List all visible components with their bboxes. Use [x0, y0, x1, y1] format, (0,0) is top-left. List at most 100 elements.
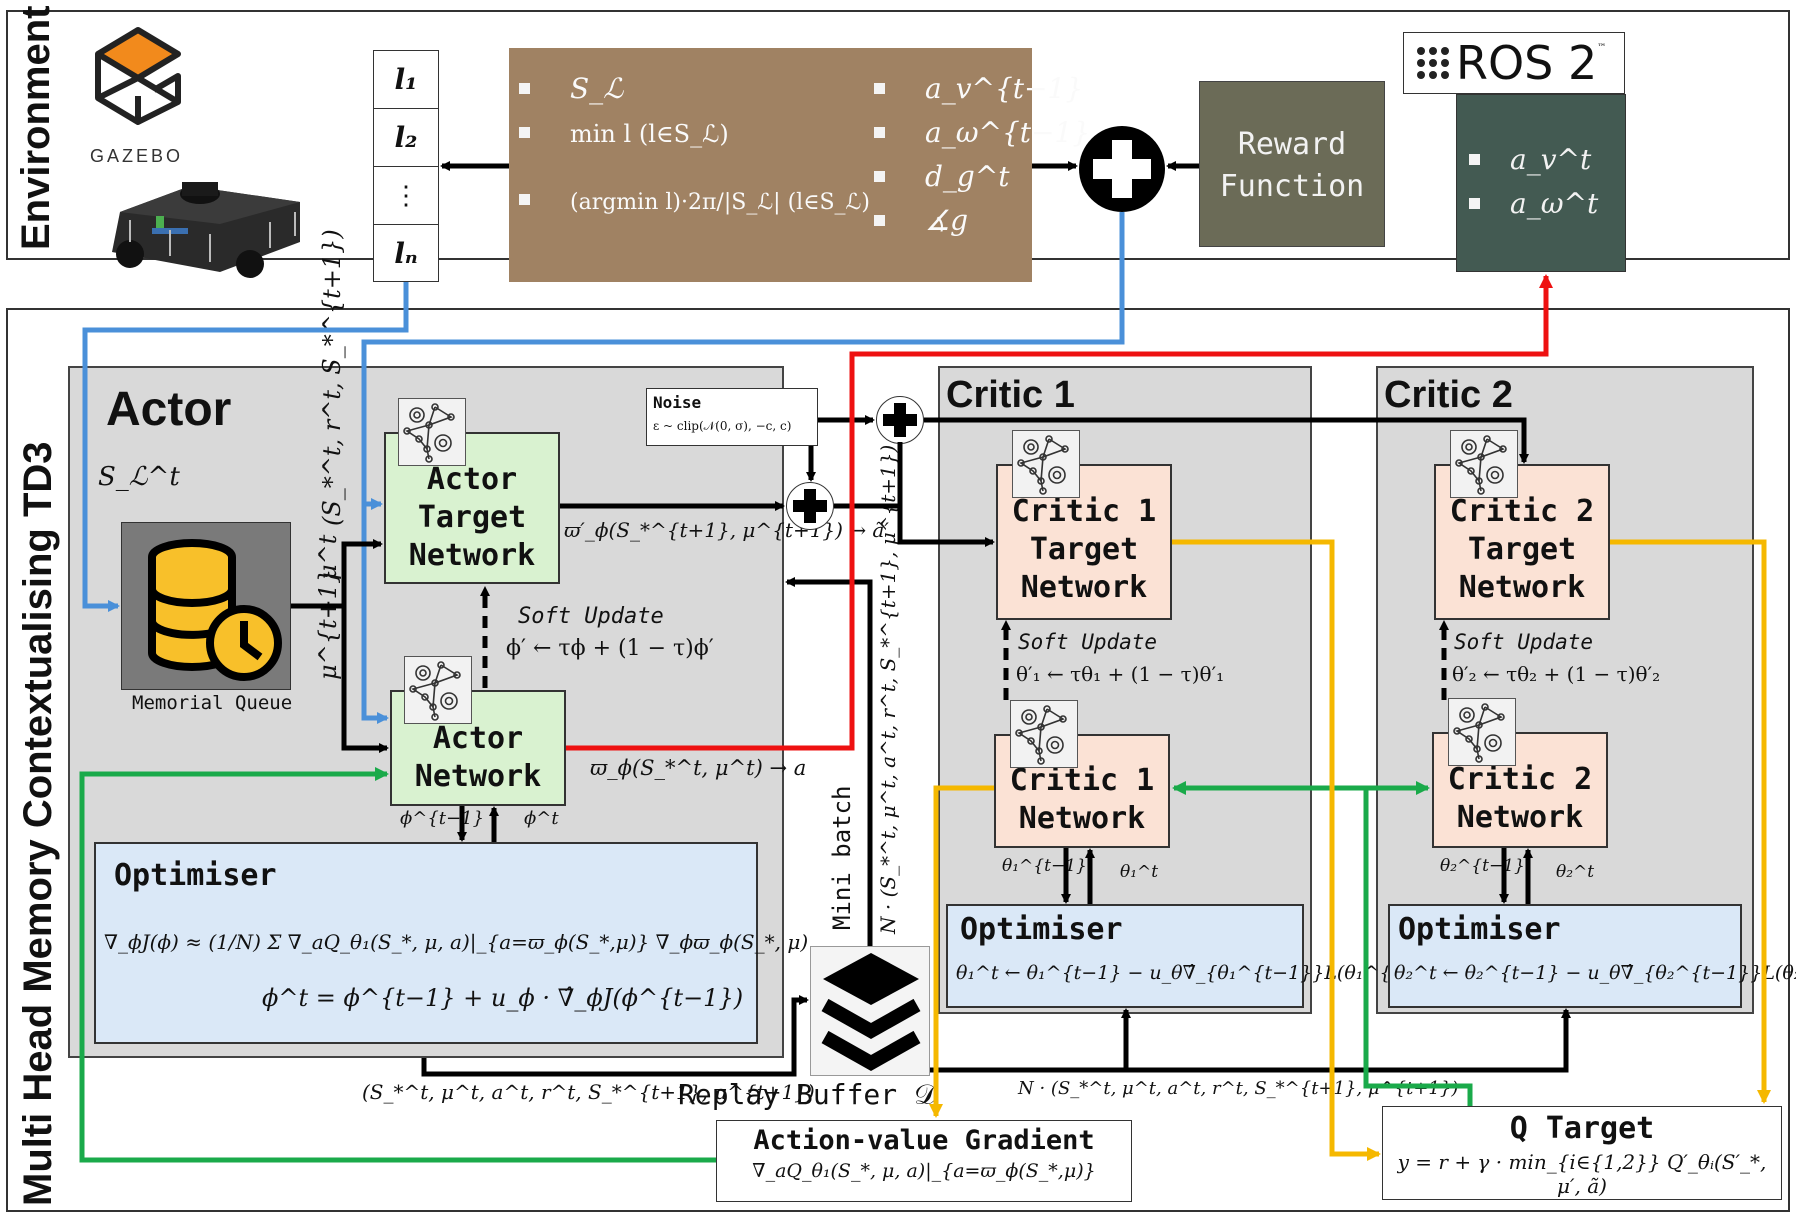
- ros-dots-icon: [1417, 47, 1449, 79]
- critic1-soft-update-eq: θ′₁ ← τθ₁ + (1 − τ)θ′₁: [1016, 662, 1225, 686]
- critic1-title: Critic 1: [946, 374, 1075, 416]
- actor-target-line3: Network: [408, 538, 536, 573]
- critic2-soft-update-eq: θ′₂ ← τθ₂ + (1 − τ)θ′₂: [1452, 662, 1661, 686]
- critic2-optimiser-title: Optimiser: [1398, 912, 1561, 947]
- environment-title: Environment: [14, 5, 58, 250]
- sum-node-environment: [1079, 126, 1165, 212]
- critic1-optimiser-eq: θ₁^t ← θ₁^{t−1} − u_θ∇̂_{θ₁^{t−1}}L(θ₁^{…: [956, 962, 1447, 984]
- state-item: a_v^{t−1}: [925, 72, 1084, 105]
- actor-soft-update-title: Soft Update: [518, 604, 664, 629]
- critic2-soft-update-title: Soft Update: [1454, 630, 1594, 654]
- bullet-icon: [1469, 154, 1480, 165]
- neural-network-icon: [404, 656, 472, 724]
- actor-optimiser-title: Optimiser: [114, 858, 277, 893]
- gazebo-icon: [95, 27, 181, 125]
- actor-network-output: ϖ_ϕ(S_*^t, μ^t) → a: [590, 756, 807, 780]
- turtlebot-robot-image: [100, 172, 310, 288]
- gazebo-label: GAZEBO: [90, 146, 184, 166]
- bullet-icon: [1469, 198, 1480, 209]
- action-item: a_ω^t: [1510, 187, 1599, 220]
- neural-network-icon: [1010, 700, 1078, 768]
- database-clock-icon: [148, 539, 282, 681]
- lidar-cell: l₁: [374, 51, 438, 109]
- critic2-title: Critic 2: [1384, 374, 1513, 416]
- avg-title: Action-value Gradient: [753, 1125, 1095, 1156]
- neural-network-icon: [1012, 430, 1080, 498]
- q-target-box: Q Target y = r + γ · min_{i∈{1,2}} Q′_θᵢ…: [1382, 1106, 1782, 1200]
- q-target-eq: y = r + γ · min_{i∈{1,2}} Q′_θᵢ(S′_*, μ′…: [1397, 1150, 1767, 1198]
- ros2-action-box: a_v^t a_ω^t: [1456, 94, 1626, 272]
- gazebo-logo: [88, 24, 188, 134]
- avg-eq: ∇_aQ_θ₁(S_*, μ, a)|_{a=ϖ_ϕ(S_*,μ)}: [752, 1160, 1096, 1182]
- critic1-network-line2: Network: [1018, 801, 1146, 836]
- state-item: ∡g: [925, 204, 969, 237]
- critic1-theta-curr: θ₁^t: [1120, 862, 1159, 882]
- ros2-tm: ™: [1597, 43, 1607, 53]
- sum-node-noise-critic: [876, 396, 924, 444]
- lidar-scan-vector: l₁ l₂ ⋮ lₙ: [373, 50, 439, 282]
- bullet-icon: [874, 171, 885, 182]
- actor-soft-update-eq: ϕ′ ← τϕ + (1 − τ)ϕ′: [506, 636, 714, 661]
- critic2-theta-prev: θ₂^{t−1}: [1440, 856, 1525, 876]
- actor-target-line2: Target: [417, 500, 527, 535]
- critic1-target-line2: Target: [1029, 532, 1139, 567]
- actor-optimiser-eq2: ϕ^t = ϕ^{t−1} + u_ϕ · ∇̂_ϕJ(ϕ^{t−1}): [262, 984, 744, 1012]
- robot-icon: [112, 182, 300, 278]
- actor-target-output: ϖ′_ϕ(S_*^{t+1}, μ^{t+1}) → ã′: [564, 518, 889, 542]
- critic1-optimiser[interactable]: Optimiser θ₁^t ← θ₁^{t−1} − u_θ∇̂_{θ₁^{t…: [946, 904, 1447, 1008]
- reward-label-line2: Function: [1219, 169, 1365, 204]
- minibatch-label: Mini batch: [828, 785, 856, 931]
- critic2-optimiser-eq: θ₂^t ← θ₂^{t−1} − u_θ∇̂_{θ₂^{t−1}}L(θ₂^{…: [1394, 962, 1796, 984]
- reward-label-line1: Reward: [1237, 127, 1347, 162]
- reward-function-box: Reward Function: [1199, 81, 1385, 247]
- replay-critic-tuple: N · (S_*^t, μ^t, a^t, r^t, S_*^{t+1}, μ^…: [1018, 1078, 1459, 1099]
- minibatch-tuple: N · (S_*^t, μ^t, a^t, r^t, S_*^{t+1}, μ^…: [876, 444, 900, 934]
- mu-t1-label: μ^{t+1}: [314, 568, 342, 680]
- lidar-cell: ⋮: [374, 167, 438, 225]
- neural-network-icon: [398, 398, 466, 466]
- tuple-label: (S_*^t, r^t, S_*^{t+1}): [318, 229, 346, 526]
- critic2-theta-curr: θ₂^t: [1556, 862, 1595, 882]
- action-item: a_v^t: [1510, 143, 1592, 176]
- state-list-left: S_ℒ min l (l∈S_ℒ) (argmin l)·2π/|S_ℒ| (l…: [519, 72, 870, 250]
- neural-network-icon: [1450, 430, 1518, 498]
- noise-title: Noise: [653, 393, 702, 412]
- bullet-icon: [874, 215, 885, 226]
- bullet-icon: [519, 194, 530, 205]
- critic1-soft-update-title: Soft Update: [1018, 630, 1158, 654]
- phi-prev-label: ϕ^{t−1}: [400, 808, 485, 829]
- state-vector-box: S_ℒ min l (l∈S_ℒ) (argmin l)·2π/|S_ℒ| (l…: [509, 48, 1090, 282]
- actor-network-line1: Actor: [432, 721, 524, 756]
- critic2-target-line2: Target: [1467, 532, 1577, 567]
- state-item: (argmin l)·2π/|S_ℒ| (l∈S_ℒ): [570, 190, 870, 215]
- bullet-icon: [519, 83, 530, 94]
- state-item: d_g^t: [925, 160, 1010, 193]
- memorial-queue-label: Memorial Queue: [132, 692, 293, 714]
- lidar-cell: lₙ: [394, 236, 418, 270]
- noise-eq: ε ~ clip(𝒩(0, σ), −c, c): [653, 419, 792, 433]
- sum-node-noise-action: [786, 482, 834, 530]
- td3-title: Multi Head Memory Contextualising TD3: [16, 441, 60, 1206]
- ros2-logo-text: ROS 2: [1456, 36, 1598, 90]
- phi-curr-label: ϕ^t: [524, 808, 559, 829]
- bullet-icon: [519, 127, 530, 138]
- lidar-cell: l₂: [374, 109, 438, 167]
- replay-buffer-icon: [810, 946, 930, 1076]
- replay-store-tuple: (S_*^t, μ^t, a^t, r^t, S_*^{t+1}, μ^{t+1…: [362, 1080, 815, 1104]
- state-list-right: a_v^{t−1} a_ω^{t−1} d_g^t ∡g: [874, 72, 1090, 248]
- noise-box: Noise ε ~ clip(𝒩(0, σ), −c, c): [646, 388, 818, 446]
- neural-network-icon: [1448, 698, 1516, 766]
- state-item: a_ω^{t−1}: [925, 116, 1091, 149]
- critic2-optimiser[interactable]: Optimiser θ₂^t ← θ₂^{t−1} − u_θ∇̂_{θ₂^{t…: [1388, 904, 1796, 1008]
- memorial-queue: [121, 522, 291, 690]
- action-value-gradient-box: Action-value Gradient ∇_aQ_θ₁(S_*, μ, a)…: [716, 1120, 1132, 1202]
- actor-optimiser[interactable]: Optimiser ∇_ϕJ(ϕ) ≈ (1/N) Σ ∇_aQ_θ₁(S_*,…: [94, 842, 808, 1044]
- actor-optimiser-eq1: ∇_ϕJ(ϕ) ≈ (1/N) Σ ∇_aQ_θ₁(S_*, μ, a)|_{a…: [104, 930, 809, 954]
- state-item: min l (l∈S_ℒ): [570, 120, 729, 148]
- actor-network-line2: Network: [414, 759, 542, 794]
- state-item: S_ℒ: [570, 72, 624, 105]
- ros2-logo: ROS 2 ™: [1403, 32, 1625, 94]
- actor-title: Actor: [106, 383, 232, 436]
- critic1-optimiser-title: Optimiser: [960, 912, 1123, 947]
- critic2-network-line2: Network: [1456, 800, 1584, 835]
